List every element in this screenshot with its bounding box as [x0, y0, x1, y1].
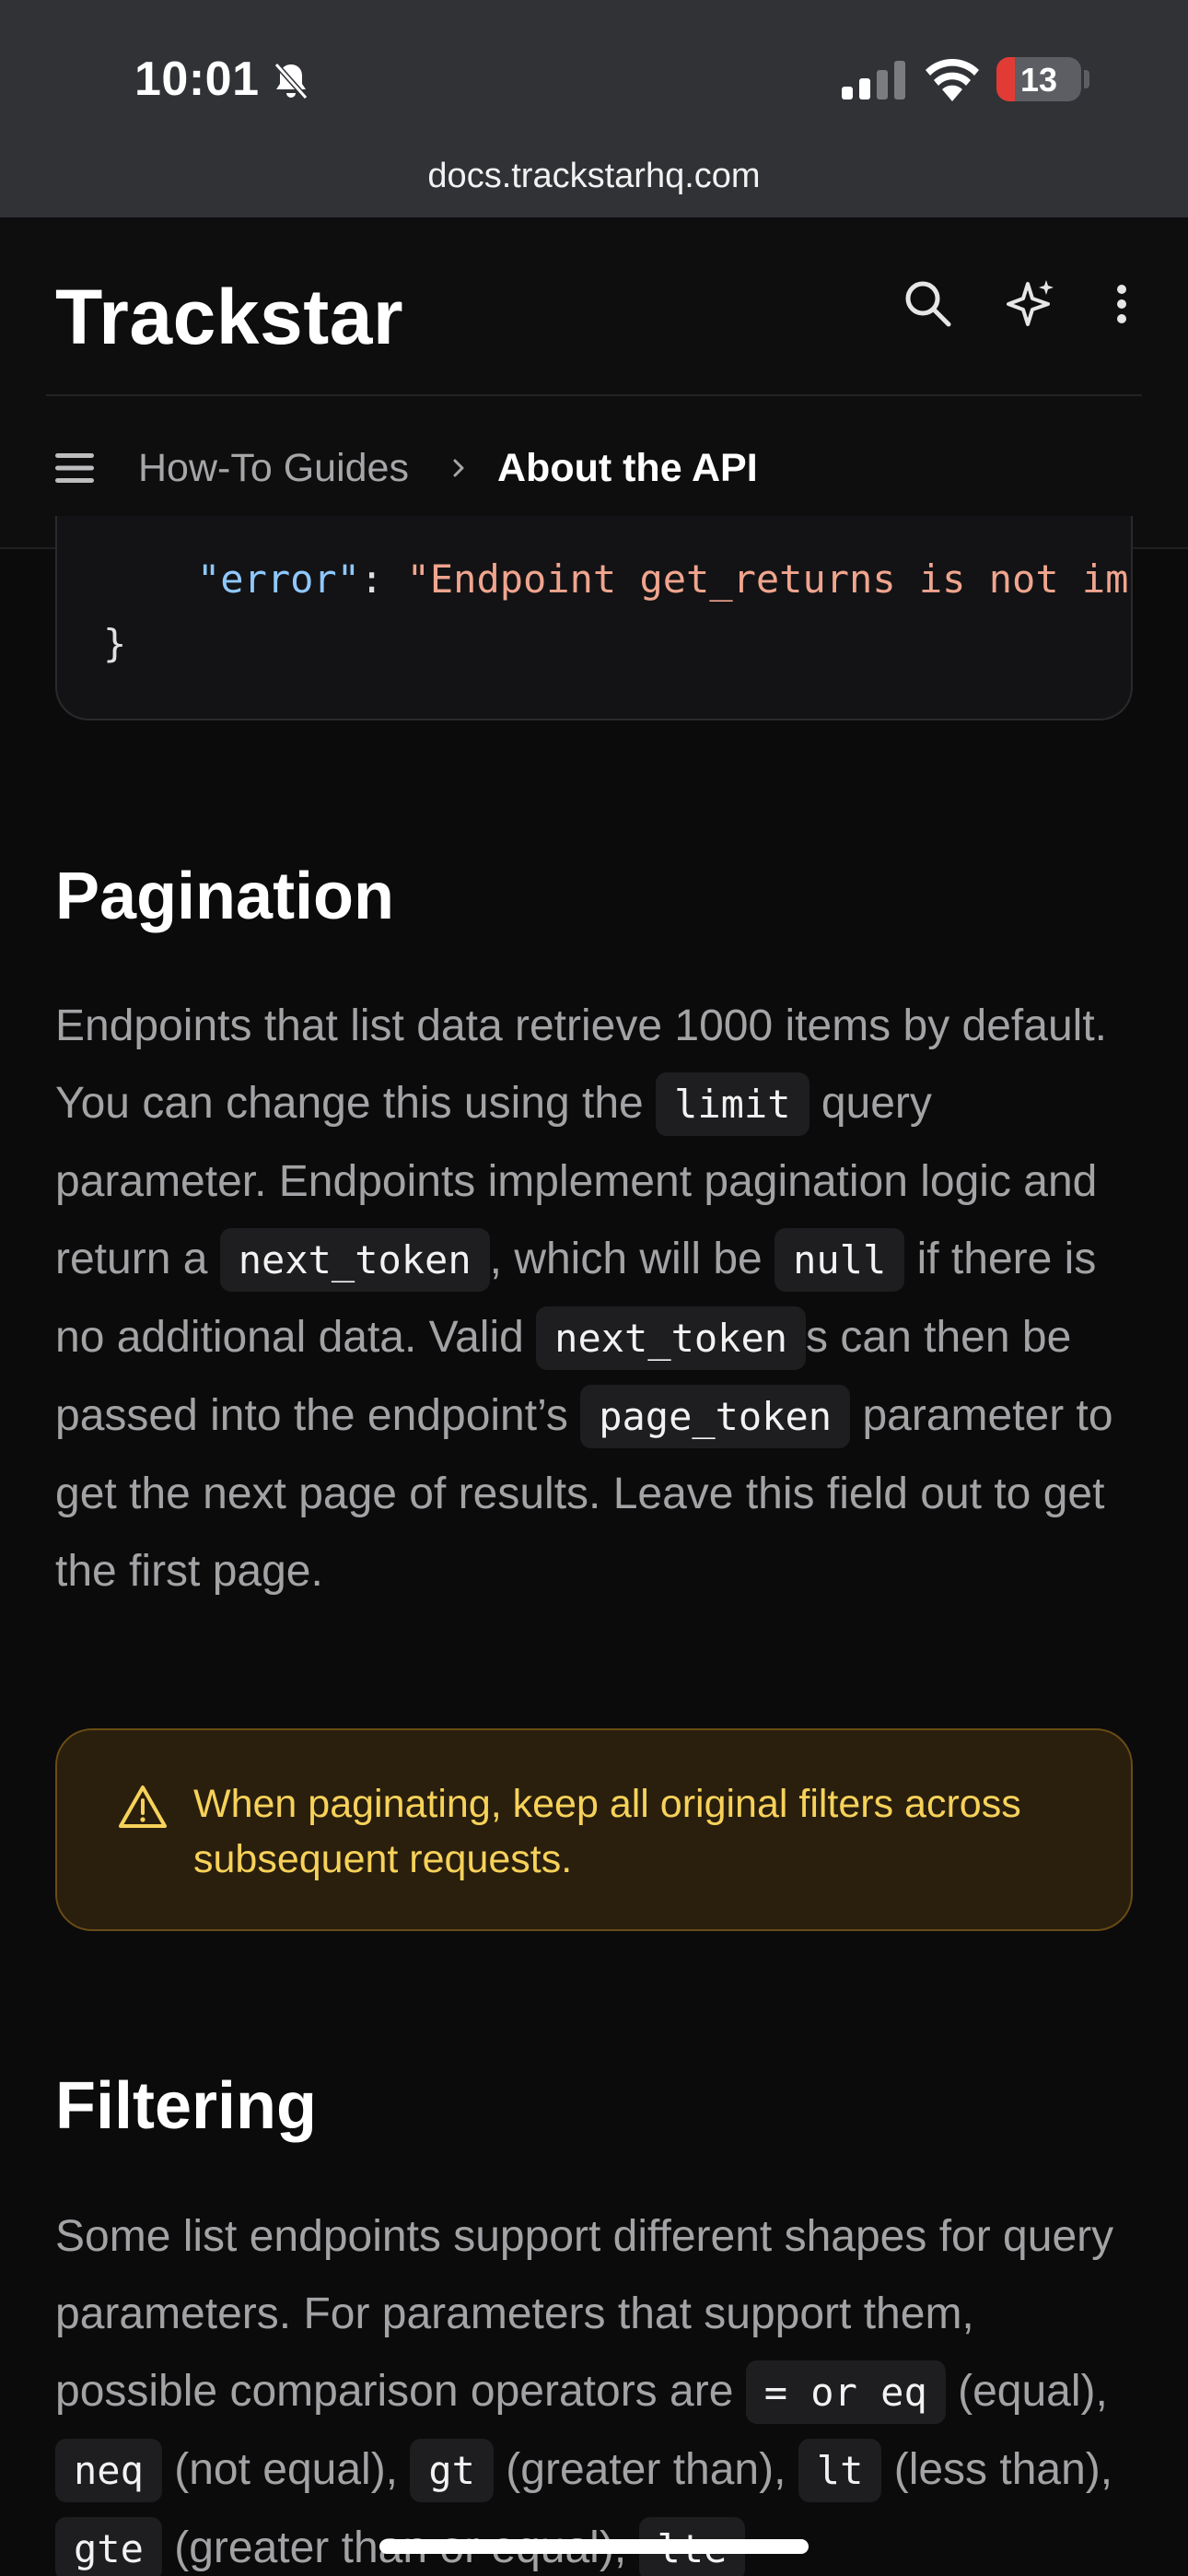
code-key: "error": [197, 556, 361, 602]
filtering-paragraph: Some list endpoints support different sh…: [55, 2198, 1142, 2576]
inline-code-gte: gte: [55, 2517, 162, 2576]
warning-triangle-icon: [119, 1786, 167, 1828]
warning-text: When paginating, keep all original filte…: [193, 1782, 1021, 1881]
status-bar: 10:01 13 docs.trackstarhq.com: [0, 0, 1188, 217]
heading-filtering: Filtering: [55, 2069, 317, 2143]
more-vertical-icon[interactable]: [1101, 276, 1142, 332]
inline-code-page-token: page_token: [580, 1385, 851, 1448]
text-segment: (not equal),: [174, 2445, 399, 2494]
home-indicator[interactable]: [379, 2539, 809, 2554]
pagination-paragraph: Endpoints that list data retrieve 1000 i…: [55, 988, 1142, 1610]
battery-percentage: 13: [1019, 61, 1058, 99]
status-time: 10:01: [134, 53, 260, 106]
breadcrumb-item-how-to-guides[interactable]: How-To Guides: [138, 446, 409, 491]
text-segment: (equal),: [958, 2367, 1108, 2416]
text-segment: (greater than),: [506, 2445, 786, 2494]
search-icon[interactable]: [901, 276, 956, 332]
brand-logo[interactable]: Trackstar: [55, 273, 403, 362]
inline-code-eq: = or eq: [745, 2360, 946, 2424]
page: 10:01 13 docs.trackstarhq.com Trackstar: [0, 0, 1188, 2576]
inline-code-lt: lt: [798, 2439, 882, 2502]
chevron-right-icon: [453, 459, 464, 477]
code-line-error: "error": "Endpoint get_returns is not im…: [197, 556, 1131, 602]
inline-code-null: null: [775, 1228, 905, 1292]
warning-callout: When paginating, keep all original filte…: [55, 1728, 1133, 1931]
text-segment: Some list endpoints support different sh…: [55, 2212, 1114, 2416]
code-string: "Endpoint get_returns is not implemented…: [406, 556, 1131, 602]
inline-code-gt: gt: [410, 2439, 494, 2502]
inline-code-next-token: next_token: [219, 1228, 490, 1292]
text-segment: Endpoints that list data retrieve 1000 i…: [55, 1001, 1107, 1128]
battery-icon: 13: [996, 57, 1081, 101]
code-block: "error": "Endpoint get_returns is not im…: [55, 516, 1133, 720]
code-line-close-brace: }: [103, 621, 127, 666]
signal-icon: [842, 61, 905, 100]
menu-icon[interactable]: [55, 451, 94, 485]
inline-code-limit: limit: [656, 1072, 809, 1136]
heading-pagination: Pagination: [55, 860, 395, 933]
text-segment: (less than),: [893, 2445, 1113, 2494]
wifi-icon: [926, 59, 979, 101]
battery-cap: [1084, 70, 1089, 88]
inline-code-neq: neq: [55, 2439, 162, 2502]
bell-slash-icon: [274, 63, 309, 100]
address-bar-url[interactable]: docs.trackstarhq.com: [0, 157, 1188, 196]
text-segment: , which will be: [489, 1235, 763, 1283]
code-colon: :: [360, 556, 407, 602]
inline-code-next-token: next_token: [536, 1306, 807, 1370]
breadcrumb-item-about-the-api: About the API: [497, 446, 758, 490]
sparkle-icon[interactable]: [1004, 276, 1059, 332]
header-divider: [46, 394, 1142, 396]
site-header: Trackstar How-To Guides About the API: [0, 217, 1188, 549]
